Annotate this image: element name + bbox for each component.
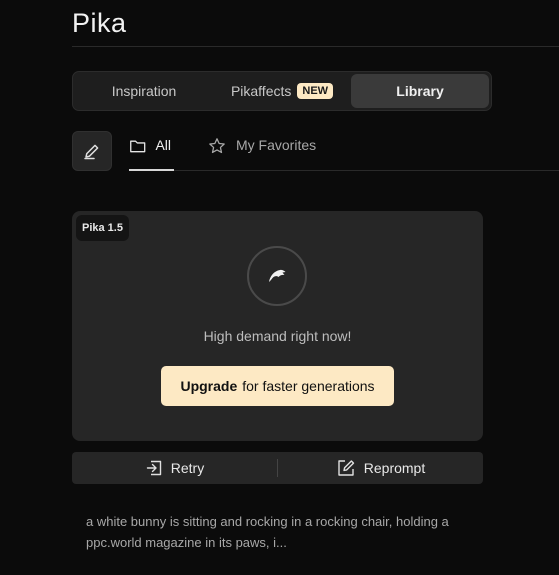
upgrade-button-bold: Upgrade <box>180 378 238 394</box>
header-divider <box>72 46 559 47</box>
tab-pikaffects[interactable]: Pikaffects NEW <box>213 74 351 108</box>
filter-my-favorites-label: My Favorites <box>236 137 317 153</box>
reprompt-button[interactable]: Reprompt <box>278 452 483 484</box>
loading-spinner <box>247 246 307 306</box>
main-tabs: Inspiration Pikaffects NEW Library <box>72 71 492 111</box>
filter-my-favorites[interactable]: My Favorites <box>207 137 316 171</box>
reprompt-label: Reprompt <box>363 460 426 476</box>
star-icon <box>209 138 225 154</box>
upgrade-button[interactable]: Upgrade for faster generations <box>161 366 394 406</box>
pika-logo-icon <box>269 269 286 282</box>
upgrade-button-text: for faster generations <box>242 378 375 394</box>
tab-pikaffects-label: Pikaffects <box>230 83 292 99</box>
generation-card: Pika 1.5 High demand right now! Upgrade … <box>72 211 483 441</box>
model-version-badge: Pika 1.5 <box>76 215 129 241</box>
folder-icon <box>130 140 146 153</box>
card-actions: Retry Reprompt <box>72 452 483 484</box>
filter-all-label: All <box>155 137 171 153</box>
library-filter-bar: All My Favorites <box>129 131 559 171</box>
new-edit-button[interactable] <box>72 131 112 171</box>
pencil-icon <box>84 144 99 160</box>
new-badge: NEW <box>297 83 334 99</box>
tab-library-label: Library <box>396 83 444 99</box>
tab-inspiration[interactable]: Inspiration <box>75 74 213 108</box>
prompt-text: a white bunny is sitting and rocking in … <box>86 514 449 550</box>
status-message: High demand right now! <box>203 328 352 344</box>
retry-icon <box>146 460 161 476</box>
retry-button[interactable]: Retry <box>72 452 277 484</box>
tab-library[interactable]: Library <box>351 74 489 108</box>
edit-square-icon <box>338 460 354 476</box>
tab-inspiration-label: Inspiration <box>111 83 177 99</box>
filter-all[interactable]: All <box>129 137 174 171</box>
retry-label: Retry <box>170 460 205 476</box>
pika-logo[interactable]: Pika <box>72 8 127 39</box>
